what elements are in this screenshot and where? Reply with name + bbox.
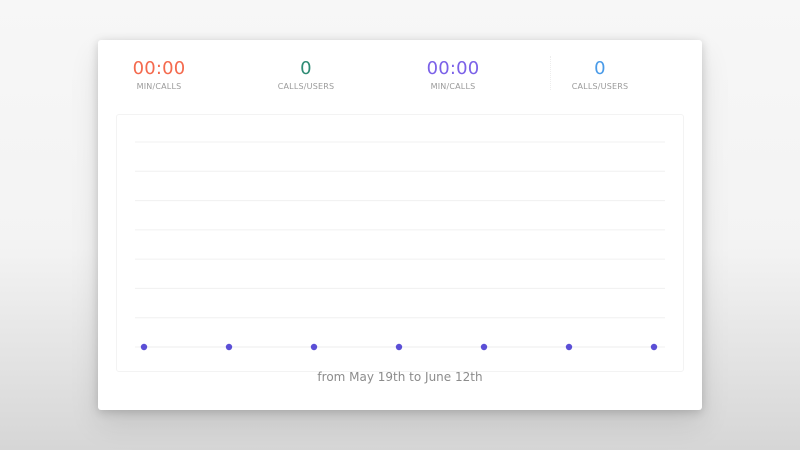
data-point[interactable] bbox=[650, 343, 658, 351]
date-range-caption: from May 19th to June 12th bbox=[317, 370, 483, 384]
stats-card: 00:00 MIN/CALLS 0 CALLS/USERS 00:00 MIN/… bbox=[98, 40, 702, 410]
stat-min-calls-1: 00:00 MIN/CALLS bbox=[94, 58, 224, 93]
line-chart bbox=[135, 141, 665, 351]
stat-value: 0 bbox=[594, 58, 606, 79]
data-point[interactable] bbox=[225, 343, 233, 351]
stat-calls-users-1: 0 CALLS/USERS bbox=[241, 58, 371, 93]
stat-label: MIN/CALLS bbox=[430, 82, 476, 91]
stat-value: 0 bbox=[300, 58, 312, 79]
stat-value: 00:00 bbox=[426, 58, 480, 79]
chart-area bbox=[116, 114, 684, 372]
stat-calls-users-2: 0 CALLS/USERS bbox=[535, 58, 665, 93]
stat-min-calls-2: 00:00 MIN/CALLS bbox=[388, 58, 518, 93]
stat-label: CALLS/USERS bbox=[277, 82, 335, 91]
data-point[interactable] bbox=[310, 343, 318, 351]
stats-row: 00:00 MIN/CALLS 0 CALLS/USERS 00:00 MIN/… bbox=[98, 40, 702, 106]
data-point[interactable] bbox=[480, 343, 488, 351]
data-point[interactable] bbox=[395, 343, 403, 351]
stat-label: CALLS/USERS bbox=[571, 82, 629, 91]
stat-value: 00:00 bbox=[132, 58, 186, 79]
data-point[interactable] bbox=[565, 343, 573, 351]
data-point[interactable] bbox=[140, 343, 148, 351]
stat-label: MIN/CALLS bbox=[136, 82, 182, 91]
